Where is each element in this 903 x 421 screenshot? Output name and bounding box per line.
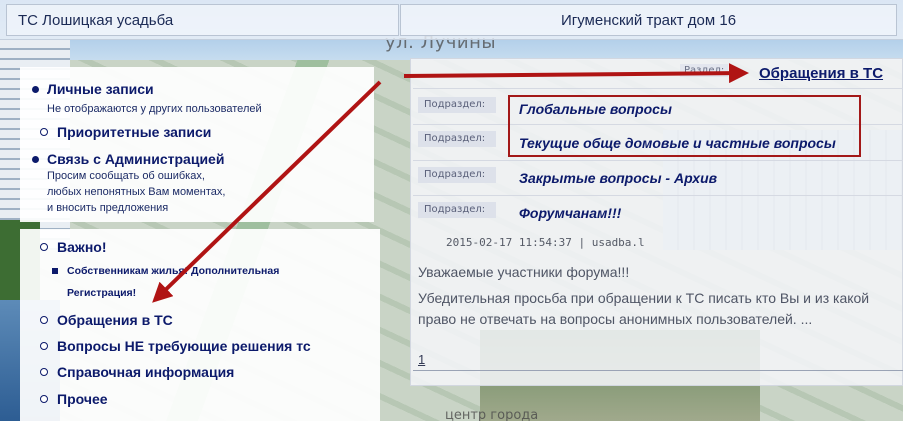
bullet-disc-icon <box>32 86 39 93</box>
divider <box>413 160 903 161</box>
menu-appeals[interactable]: Обращения в ТС <box>57 312 173 328</box>
city-center-map-label: центр города <box>445 408 539 421</box>
pagination-page-1[interactable]: 1 <box>418 352 425 367</box>
highlight-box <box>508 95 861 157</box>
bullet-square-icon <box>52 268 58 274</box>
menu-contact-admin-desc-3: и вносить предложения <box>47 202 169 214</box>
menu-personal-notes[interactable]: Личные записи <box>47 81 154 97</box>
menu-important[interactable]: Важно! <box>57 239 107 255</box>
section-label: Раздел: <box>680 64 729 77</box>
subsection-forum-users[interactable]: Форумчанам!!! <box>519 205 621 221</box>
subsection-label: Подраздел: <box>418 167 496 183</box>
bullet-ring-icon <box>40 368 48 376</box>
menu-contact-admin-desc-2: любых непонятных Вам моментах, <box>47 186 226 198</box>
address-title[interactable]: Игуменский тракт дом 16 <box>400 4 897 36</box>
menu-owners-registration-line-1[interactable]: Собственникам жилья! Дополнительная <box>67 261 279 282</box>
subsection-closed-archive[interactable]: Закрытые вопросы - Архив <box>519 170 717 186</box>
subsection-label: Подраздел: <box>418 202 496 218</box>
menu-contact-admin-desc-1: Просим сообщать об ошибках, <box>47 170 205 182</box>
subsection-label: Подраздел: <box>418 131 496 147</box>
post-body-line-1: Убедительная просьба при обращении к ТС … <box>418 290 870 306</box>
bullet-ring-icon <box>40 395 48 403</box>
post-meta: 2015-02-17 11:54:37 | usadba.l <box>446 236 645 249</box>
menu-priority-notes[interactable]: Приоритетные записи <box>57 124 211 140</box>
menu-reference-info[interactable]: Справочная информация <box>57 364 234 380</box>
post-body-line-2: право не отвечать на вопросы анонимных п… <box>418 311 813 327</box>
menu-personal-notes-desc: Не отображаются у других пользователей <box>47 103 262 115</box>
divider <box>413 195 903 196</box>
section-title-link[interactable]: Обращения в ТС <box>759 65 883 82</box>
site-title[interactable]: ТС Лошицкая усадьба <box>6 4 399 36</box>
bullet-ring-icon <box>40 316 48 324</box>
post-greeting: Уважаемые участники форума!!! <box>418 264 630 280</box>
bullet-ring-icon <box>40 128 48 136</box>
header-bar: ТС Лошицкая усадьба Игуменский тракт дом… <box>0 0 903 40</box>
menu-other[interactable]: Прочее <box>57 391 108 407</box>
menu-contact-admin[interactable]: Связь с Администрацией <box>47 151 224 167</box>
menu-owners-registration-line-2[interactable]: Регистрация! <box>67 283 136 304</box>
bullet-disc-icon <box>32 156 39 163</box>
bullet-ring-icon <box>40 243 48 251</box>
divider <box>413 88 903 89</box>
pagination-divider <box>413 370 903 371</box>
menu-non-decision-questions[interactable]: Вопросы НЕ требующие решения тс <box>57 338 311 354</box>
subsection-label: Подраздел: <box>418 97 496 113</box>
bullet-ring-icon <box>40 342 48 350</box>
